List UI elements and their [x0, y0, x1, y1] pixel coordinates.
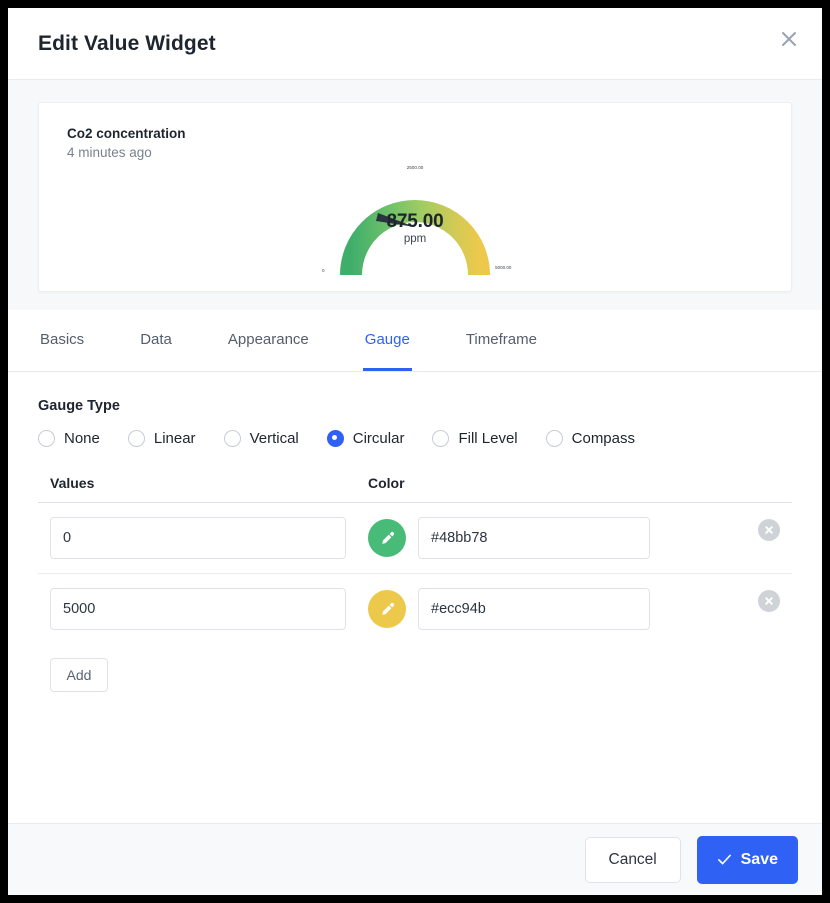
eyedropper-icon	[381, 602, 394, 615]
cancel-button[interactable]: Cancel	[584, 836, 681, 883]
check-icon	[717, 854, 731, 865]
radio-gauge-type-compass[interactable]: Compass	[545, 430, 635, 447]
gauge-tick-min: 0	[322, 268, 325, 273]
color-picker-button-row-1[interactable]	[368, 519, 406, 557]
gauge-unit: ppm	[403, 233, 427, 245]
gauge-preview: 875.00 ppm 0 2500.00 5000.00	[39, 165, 791, 283]
settings-tabs: Basics Data Appearance Gauge Timeframe	[8, 310, 822, 372]
widget-preview-card: Co2 concentration 4 minutes ago 875.00 p…	[38, 102, 792, 292]
radio-circle-icon	[432, 430, 450, 447]
radio-gauge-type-none[interactable]: None	[38, 430, 100, 447]
gauge-values-table: Values Color 0 #48bb78 5000 #ecc94b Add	[38, 475, 792, 692]
gauge-tick-mid: 2500.00	[406, 165, 424, 170]
save-button-label: Save	[740, 850, 778, 868]
radio-label: None	[64, 430, 100, 447]
gauge-settings-panel: Gauge Type None Linear Vertical Circular…	[8, 372, 822, 823]
color-hex-input-row-2[interactable]	[418, 588, 650, 630]
modal-footer: Cancel Save	[8, 823, 822, 895]
color-picker-button-row-2[interactable]	[368, 590, 406, 628]
value-input-row-2[interactable]	[50, 588, 346, 630]
widget-preview-band: Co2 concentration 4 minutes ago 875.00 p…	[8, 80, 822, 310]
radio-gauge-type-fill-level[interactable]: Fill Level	[432, 430, 518, 447]
add-value-row-button[interactable]: Add	[50, 658, 108, 692]
radio-label: Vertical	[249, 430, 299, 447]
tab-gauge[interactable]: Gauge	[362, 310, 412, 371]
gauge-value: 875.00	[386, 211, 444, 232]
radio-gauge-type-circular[interactable]: Circular	[326, 430, 405, 447]
column-header-color: Color	[368, 475, 405, 491]
tab-timeframe[interactable]: Timeframe	[464, 310, 539, 371]
close-icon	[765, 526, 773, 534]
table-row	[38, 574, 792, 644]
tab-basics[interactable]: Basics	[38, 310, 86, 371]
table-header-row: Values Color	[38, 475, 792, 503]
close-icon[interactable]	[772, 22, 806, 56]
tab-data[interactable]: Data	[138, 310, 174, 371]
circular-gauge: 875.00 ppm 0 2500.00 5000.00	[320, 165, 512, 283]
save-button[interactable]: Save	[696, 835, 798, 884]
gauge-tick-max: 5000.00	[495, 265, 512, 270]
radio-circle-icon	[545, 430, 563, 447]
preview-widget-title: Co2 concentration	[67, 126, 186, 141]
radio-gauge-type-linear[interactable]: Linear	[127, 430, 196, 447]
modal-header: Edit Value Widget	[8, 8, 822, 80]
close-icon-glyph	[782, 32, 796, 46]
close-icon	[765, 597, 773, 605]
table-row	[38, 503, 792, 574]
radio-circle-selected-icon	[326, 430, 344, 447]
value-input-row-1[interactable]	[50, 517, 346, 559]
delete-row-button-row-2[interactable]	[758, 590, 780, 612]
radio-circle-icon	[38, 430, 55, 447]
page-title: Edit Value Widget	[38, 31, 216, 55]
radio-label: Compass	[571, 430, 635, 447]
gauge-type-label: Gauge Type	[38, 398, 120, 414]
radio-circle-icon	[223, 430, 241, 447]
edit-value-widget-modal: Edit Value Widget Co2 concentration 4 mi…	[8, 8, 822, 895]
tab-appearance[interactable]: Appearance	[226, 310, 311, 371]
radio-circle-icon	[127, 430, 145, 447]
radio-label: Fill Level	[458, 430, 518, 447]
radio-label: Linear	[153, 430, 196, 447]
radio-label: Circular	[352, 430, 405, 447]
eyedropper-icon	[381, 531, 394, 544]
color-hex-input-row-1[interactable]	[418, 517, 650, 559]
gauge-type-radio-group: None Linear Vertical Circular Fill Level…	[38, 430, 792, 447]
preview-timestamp: 4 minutes ago	[67, 145, 152, 161]
radio-gauge-type-vertical[interactable]: Vertical	[223, 430, 299, 447]
delete-row-button-row-1[interactable]	[758, 519, 780, 541]
column-header-values: Values	[50, 475, 95, 491]
